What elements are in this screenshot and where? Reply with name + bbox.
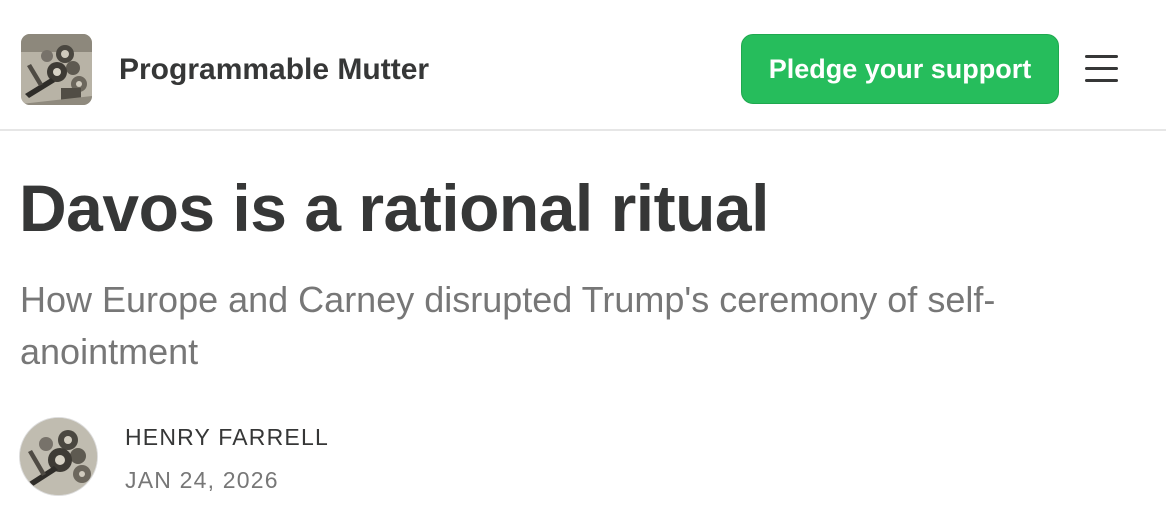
- author-name[interactable]: HENRY FARRELL: [125, 423, 329, 451]
- top-navigation-bar: Programmable Mutter Pledge your support: [0, 0, 1166, 131]
- menu-bar-middle: [1085, 67, 1118, 70]
- post-subtitle: How Europe and Carney disrupted Trump's …: [20, 279, 996, 372]
- hamburger-menu-icon[interactable]: [1083, 50, 1121, 88]
- publication-logo[interactable]: [21, 34, 92, 105]
- engraving-avatar-icon: [20, 418, 97, 495]
- author-avatar[interactable]: [19, 417, 98, 496]
- publication-name[interactable]: Programmable Mutter: [119, 52, 429, 88]
- post-title: Davos is a rational ritual: [19, 171, 769, 245]
- menu-bar-bottom: [1085, 79, 1118, 82]
- engraving-image-icon: [21, 34, 92, 105]
- menu-bar-top: [1085, 55, 1118, 58]
- post-date: JAN 24, 2026: [125, 467, 279, 493]
- pledge-support-button[interactable]: Pledge your support: [741, 34, 1059, 104]
